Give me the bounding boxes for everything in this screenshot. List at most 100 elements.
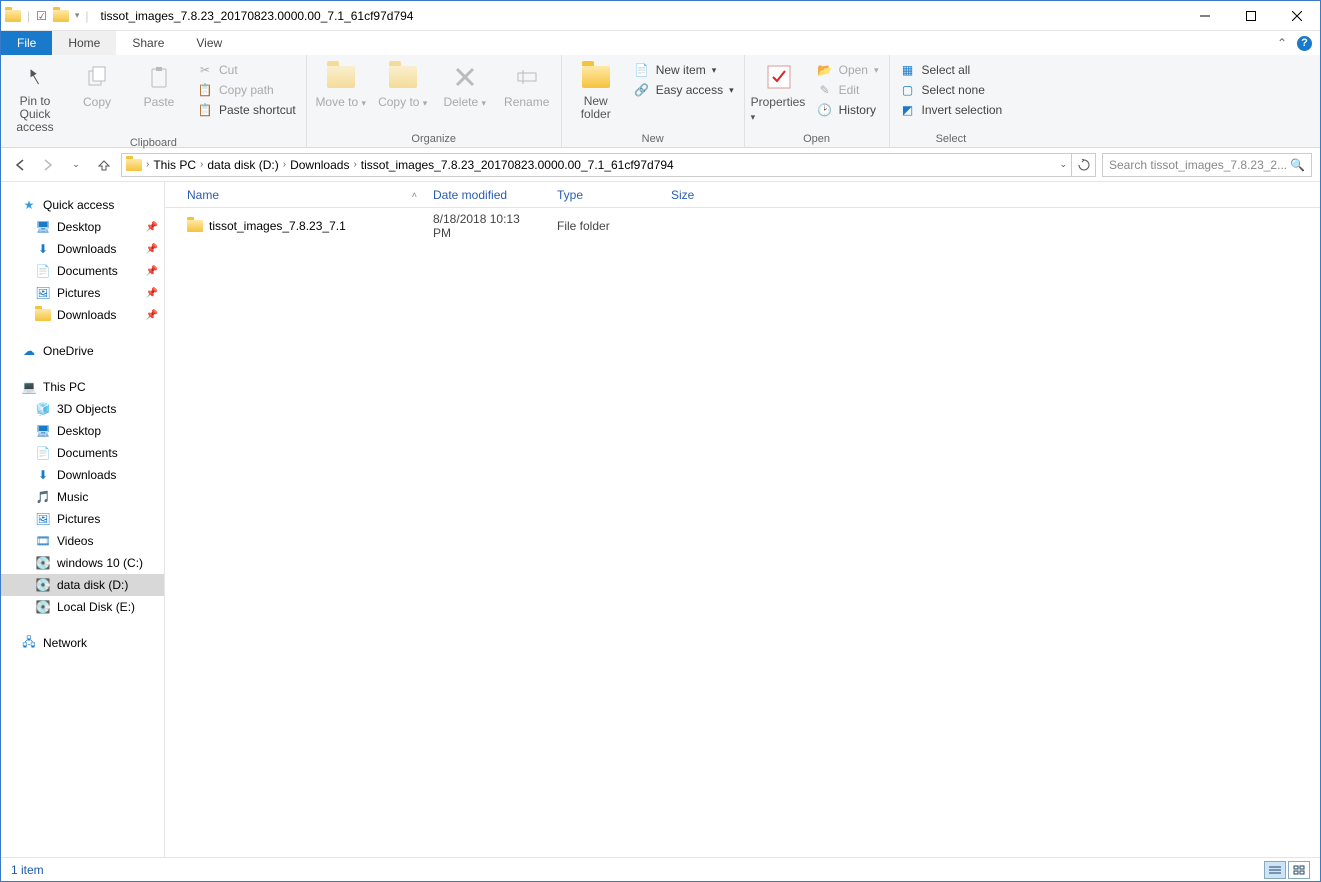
crumb-0[interactable]: ›This PC	[146, 158, 196, 172]
tab-share[interactable]: Share	[116, 31, 180, 55]
qat-dropdown-icon[interactable]: ▾	[75, 10, 80, 21]
tab-file[interactable]: File	[1, 31, 52, 55]
group-organize-label: Organize	[313, 131, 555, 147]
maximize-button[interactable]	[1228, 1, 1274, 31]
nav-3d-objects[interactable]: 🧊3D Objects	[1, 398, 164, 420]
up-button[interactable]	[93, 154, 115, 176]
crumb-2[interactable]: ›Downloads	[283, 158, 350, 172]
nav-pictures[interactable]: 🖼Pictures	[1, 508, 164, 530]
group-open-label: Open	[751, 131, 883, 147]
nav-network[interactable]: 🖧Network	[1, 632, 164, 654]
pin-icon	[19, 61, 51, 93]
search-icon: 🔍	[1290, 158, 1305, 172]
nav-qa-pictures[interactable]: 🖼Pictures📌	[1, 282, 164, 304]
select-all-button[interactable]: ▦Select all	[896, 61, 1007, 79]
address-dropdown-icon[interactable]: ⌄	[1059, 159, 1067, 170]
pin-icon: 📌	[146, 310, 158, 321]
edit-button[interactable]: ✎Edit	[813, 81, 883, 99]
col-name[interactable]: Name˄	[179, 188, 425, 202]
recent-dropdown[interactable]: ⌄	[65, 154, 87, 176]
qat-folder-icon[interactable]	[53, 10, 69, 22]
copy-path-button[interactable]: 📋Copy path	[193, 81, 300, 99]
documents-icon: 📄	[35, 445, 51, 461]
move-to-label: Move to ▾	[315, 95, 366, 109]
nav-documents[interactable]: 📄Documents	[1, 442, 164, 464]
help-icon[interactable]: ?	[1297, 36, 1312, 51]
paste-button[interactable]: Paste	[131, 59, 187, 109]
cloud-icon: ☁	[21, 343, 37, 359]
move-to-button[interactable]: Move to ▾	[313, 59, 369, 109]
copy-to-button[interactable]: Copy to ▾	[375, 59, 431, 109]
properties-button[interactable]: Properties ▾	[751, 59, 807, 123]
nav-onedrive[interactable]: ☁OneDrive	[1, 340, 164, 362]
crumb-1[interactable]: ›data disk (D:)	[200, 158, 279, 172]
nav-quick-access[interactable]: ★Quick access	[1, 194, 164, 216]
pin-to-quick-access-button[interactable]: Pin to Quick access	[7, 59, 63, 135]
invert-selection-icon: ◩	[900, 102, 916, 118]
search-input[interactable]: Search tissot_images_7.8.23_2... 🔍	[1102, 153, 1312, 177]
new-item-button[interactable]: 📄New item ▾	[630, 61, 738, 79]
cube-icon: 🧊	[35, 401, 51, 417]
details-view-button[interactable]	[1264, 861, 1286, 879]
back-button[interactable]	[9, 154, 31, 176]
nav-this-pc[interactable]: 💻This PC	[1, 376, 164, 398]
sort-up-icon: ˄	[412, 190, 417, 200]
rename-button[interactable]: Rename	[499, 59, 555, 109]
status-bar: 1 item	[1, 857, 1320, 881]
file-row[interactable]: tissot_images_7.8.23_7.1 8/18/2018 10:13…	[165, 208, 1320, 244]
properties-label: Properties ▾	[751, 95, 807, 123]
col-size[interactable]: Size	[663, 188, 723, 202]
open-icon: 📂	[817, 62, 833, 78]
forward-button[interactable]	[37, 154, 59, 176]
easy-access-button[interactable]: 🔗Easy access ▾	[630, 81, 738, 99]
close-button[interactable]	[1274, 1, 1320, 31]
col-type[interactable]: Type	[549, 188, 663, 202]
cut-button[interactable]: ✂Cut	[193, 61, 300, 79]
collapse-ribbon-icon[interactable]: ⌃	[1277, 36, 1287, 50]
easy-access-icon: 🔗	[634, 82, 650, 98]
history-button[interactable]: 🕑History	[813, 101, 883, 119]
copy-button[interactable]: Copy	[69, 59, 125, 109]
desktop-icon: 🖥	[35, 219, 51, 235]
folder-icon	[35, 307, 51, 323]
nav-drive-e[interactable]: 💽Local Disk (E:)	[1, 596, 164, 618]
navigation-tree[interactable]: ★Quick access 🖥Desktop📌 ⬇Downloads📌 📄Doc…	[1, 182, 165, 857]
nav-qa-documents[interactable]: 📄Documents📌	[1, 260, 164, 282]
nav-downloads[interactable]: ⬇Downloads	[1, 464, 164, 486]
rename-label: Rename	[504, 95, 549, 109]
nav-desktop[interactable]: 🖥Desktop	[1, 420, 164, 442]
nav-drive-c[interactable]: 💽windows 10 (C:)	[1, 552, 164, 574]
nav-qa-desktop[interactable]: 🖥Desktop📌	[1, 216, 164, 238]
large-icons-view-button[interactable]	[1288, 861, 1310, 879]
crumb-3[interactable]: ›tissot_images_7.8.23_20170823.0000.00_7…	[353, 158, 673, 172]
edit-icon: ✎	[817, 82, 833, 98]
nav-drive-d[interactable]: 💽data disk (D:)	[1, 574, 164, 596]
copy-to-label: Copy to ▾	[378, 95, 427, 109]
open-button[interactable]: 📂Open ▾	[813, 61, 883, 79]
address-bar[interactable]: ›This PC ›data disk (D:) ›Downloads ›tis…	[121, 153, 1072, 177]
nav-videos[interactable]: 🎞Videos	[1, 530, 164, 552]
tab-home[interactable]: Home	[52, 31, 116, 55]
nav-qa-downloads2[interactable]: Downloads📌	[1, 304, 164, 326]
qat-checkbox-icon[interactable]: ☑	[36, 9, 47, 23]
refresh-button[interactable]	[1072, 153, 1096, 177]
delete-button[interactable]: Delete ▾	[437, 59, 493, 109]
invert-selection-button[interactable]: ◩Invert selection	[896, 101, 1007, 119]
nav-music[interactable]: 🎵Music	[1, 486, 164, 508]
new-folder-button[interactable]: New folder	[568, 59, 624, 121]
minimize-button[interactable]	[1182, 1, 1228, 31]
music-icon: 🎵	[35, 489, 51, 505]
nav-qa-downloads[interactable]: ⬇Downloads📌	[1, 238, 164, 260]
pin-label: Pin to Quick access	[7, 95, 63, 135]
select-none-button[interactable]: ▢Select none	[896, 81, 1007, 99]
col-date[interactable]: Date modified	[425, 188, 549, 202]
paste-shortcut-button[interactable]: 📋Paste shortcut	[193, 101, 300, 119]
videos-icon: 🎞	[35, 533, 51, 549]
tab-view[interactable]: View	[180, 31, 238, 55]
documents-icon: 📄	[35, 263, 51, 279]
pin-icon: 📌	[146, 222, 158, 233]
chevron-right-icon: ›	[353, 159, 356, 170]
download-icon: ⬇	[35, 467, 51, 483]
select-all-icon: ▦	[900, 62, 916, 78]
copy-icon	[81, 61, 113, 93]
